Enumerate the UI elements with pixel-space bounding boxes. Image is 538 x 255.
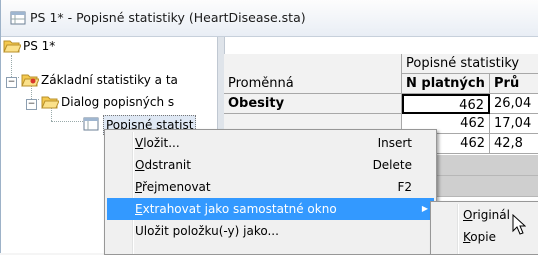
header-blank-cell [224,54,402,74]
menu-item-delete[interactable]: Odstranit Delete [107,154,434,176]
group-header: Popisné statistiky [402,54,538,74]
menu-item-label: řejmenovat [142,180,211,194]
collapse-toggle-icon[interactable]: − [26,99,37,110]
table-cell[interactable]: 42,8 [490,134,538,154]
menu-item-label: Uložit položku(-y) jako... [135,224,279,238]
folder-open-icon [21,73,40,92]
menu-item-label: xtrahovat jako samostatné okno [142,202,337,216]
menu-item-shortcut: Insert [377,136,412,150]
menu-gutter [457,204,459,254]
folder-open-icon [41,95,60,114]
column-header-n[interactable]: N platných [402,74,490,94]
table-cell[interactable]: 462 [402,94,490,114]
menu-item-shortcut: Delete [372,158,412,172]
menu-item-extract-window[interactable]: Extrahovat jako samostatné okno ▶ [107,198,434,220]
menu-item-label: dstranit [144,158,191,172]
tree-item-label: PS 1* [23,39,56,53]
workbook-icon [10,10,26,29]
collapse-toggle-icon[interactable]: − [6,77,17,88]
tree-item-label: Dialog popisných s [61,95,175,109]
menu-item-shortcut: F2 [397,180,412,194]
menu-item-label: riginál [472,208,510,222]
menu-item-label: ložit... [143,136,180,150]
window-title: PS 1* - Popisné statistiky (HeartDisease… [30,10,306,25]
menu-item-mnemonic: P [135,180,143,194]
menu-item-insert[interactable]: Vložit... Insert [107,132,434,154]
context-menu: Vložit... Insert Odstranit Delete Přejme… [104,129,437,255]
spreadsheet-icon [83,117,99,136]
menu-item-rename[interactable]: Přejmenovat F2 [107,176,434,198]
table-cell[interactable]: 26,04 [490,94,538,114]
tree-item-label: Základní statistiky a ta [41,73,178,87]
submenu-arrow-icon: ▶ [421,204,428,213]
menu-item-save-as[interactable]: Uložit položku(-y) jako... [107,220,434,242]
submenu-item-original[interactable]: Originál [463,204,510,226]
folder-open-icon [3,39,22,58]
menu-item-mnemonic: E [135,202,143,216]
mouse-pointer-icon [512,213,527,239]
submenu-item-copy[interactable]: Kopie [463,226,496,248]
column-header-mean[interactable]: Prů [490,74,538,94]
menu-item-mnemonic: V [135,136,144,150]
column-header-variable[interactable]: Proměnná [224,74,402,94]
title-bar: PS 1* - Popisné statistiky (HeartDisease… [1,0,538,37]
row-header[interactable]: Obesity [224,94,402,114]
menu-item-label: opie [470,230,496,244]
table-cell[interactable]: 17,04 [490,114,538,134]
